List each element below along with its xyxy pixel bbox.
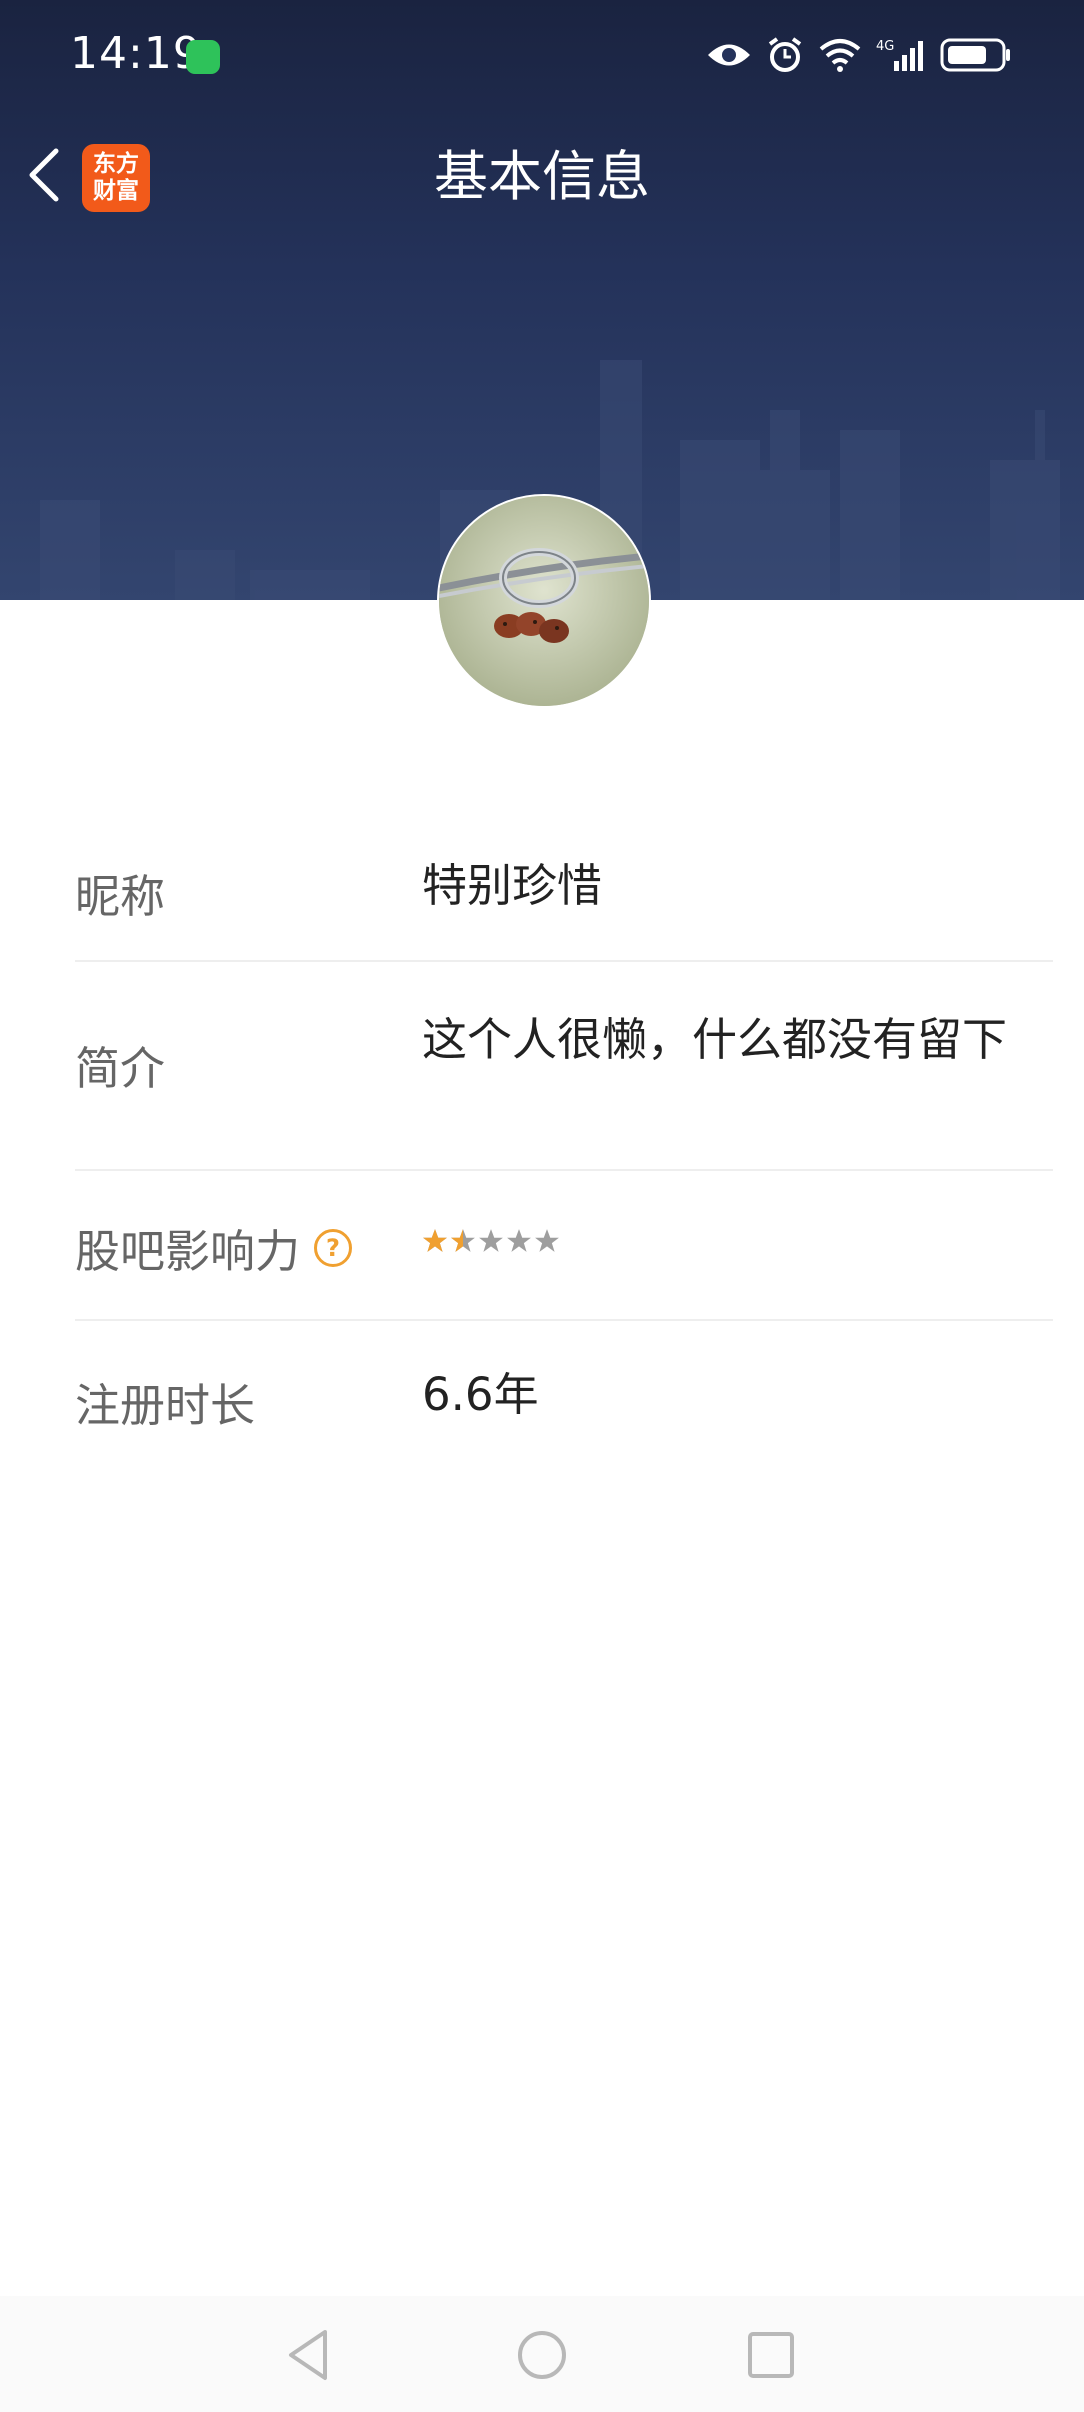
influence-label-group: 股吧影响力 ?	[75, 1215, 353, 1280]
star-4	[507, 1229, 531, 1252]
star-5	[535, 1229, 559, 1252]
cellular-signal-icon: 4G	[876, 37, 926, 73]
status-icons: 4G	[706, 30, 1012, 80]
svg-text:4G: 4G	[876, 39, 894, 54]
star-1	[423, 1229, 447, 1252]
status-time: 14:19	[70, 28, 202, 79]
nav-back-icon[interactable]	[275, 2320, 345, 2390]
bio-value: 这个人很懒，什么都没有留下	[422, 1013, 1008, 1066]
status-bar: 14:19 4G	[0, 0, 1084, 110]
alarm-icon	[766, 36, 804, 74]
nickname-value: 特别珍惜	[422, 859, 603, 912]
registration-label: 注册时长	[75, 1379, 256, 1432]
influence-rating	[422, 1228, 1022, 1254]
nickname-row: 昵称 特别珍惜	[75, 808, 1053, 962]
influence-label: 股吧影响力	[75, 1225, 301, 1278]
star-3	[479, 1229, 503, 1252]
system-nav-bar	[0, 2296, 1084, 2412]
profile-info-list: 昵称 特别珍惜 简介 这个人很懒，什么都没有留下 股吧影响力 ? 注册时长 6.…	[75, 808, 1053, 1471]
nickname-label: 昵称	[75, 870, 166, 923]
help-question-icon[interactable]: ?	[314, 1228, 353, 1267]
registration-row: 注册时长 6.6年	[75, 1321, 1053, 1471]
nav-recents-icon[interactable]	[736, 2320, 806, 2390]
bio-label: 简介	[75, 1042, 166, 1095]
influence-row: 股吧影响力 ?	[75, 1171, 1053, 1321]
battery-icon	[940, 37, 1012, 73]
wifi-icon	[818, 37, 862, 73]
nav-home-icon[interactable]	[507, 2320, 577, 2390]
wechat-notification-icon	[186, 40, 220, 74]
star-rating	[422, 1228, 1022, 1254]
registration-value: 6.6年	[422, 1368, 539, 1421]
page-title: 基本信息	[434, 145, 650, 208]
bio-row: 简介 这个人很懒，什么都没有留下	[75, 962, 1053, 1171]
star-2	[451, 1229, 475, 1252]
eye-icon	[706, 40, 752, 70]
user-avatar[interactable]	[437, 494, 651, 708]
